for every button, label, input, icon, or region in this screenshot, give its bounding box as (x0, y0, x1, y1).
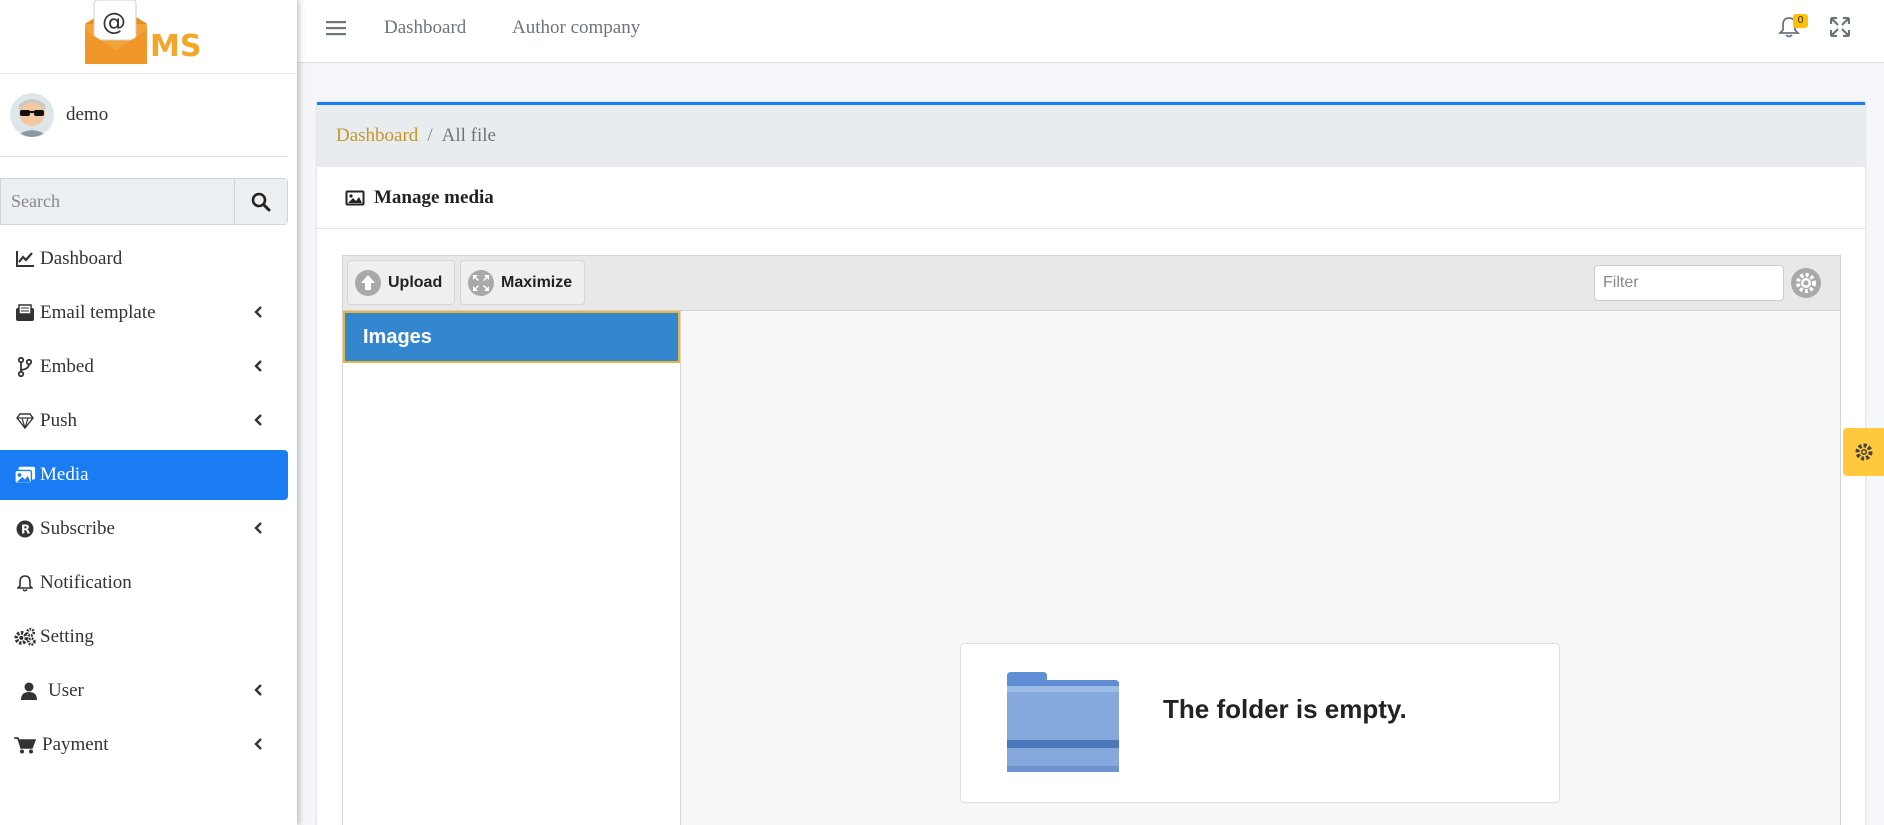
sidebar-item-label: User (48, 680, 84, 701)
sidebar-item-label: Payment (42, 734, 109, 755)
registered-icon: R (14, 519, 36, 539)
gear-icon[interactable] (1790, 267, 1822, 299)
sidebar-item-label: Dashboard (40, 248, 123, 269)
sidebar-nav: Dashboard Email template Embed Push Medi… (0, 234, 288, 774)
code-branch-icon (14, 357, 36, 377)
maximize-button[interactable]: Maximize (460, 260, 586, 305)
chevron-left-icon (254, 360, 262, 372)
filter-input[interactable] (1594, 265, 1784, 301)
sidebar-item-subscribe[interactable]: R Subscribe (0, 504, 288, 554)
chevron-left-icon (254, 414, 262, 426)
logo-at-symbol: @ (102, 8, 126, 36)
sidebar-item-email-template[interactable]: Email template (0, 288, 288, 338)
bell-icon (14, 573, 36, 593)
top-navbar: Dashboard Author company 0 (297, 0, 1884, 63)
settings-gear-icon (1855, 443, 1872, 461)
chevron-left-icon (254, 522, 262, 534)
settings-side-tab[interactable] (1843, 428, 1884, 476)
chart-line-icon (14, 249, 36, 269)
image-icon (344, 188, 366, 208)
upload-label: Upload (388, 273, 443, 291)
maximize-label: Maximize (501, 273, 573, 291)
envelope-open-icon (14, 303, 36, 323)
empty-folder-message: The folder is empty. (960, 643, 1560, 803)
breadcrumb-separator: / (427, 125, 433, 146)
upload-button[interactable]: Upload (347, 260, 456, 305)
file-manager-toolbar: Upload Maximize (343, 256, 1840, 311)
sidebar-search (0, 178, 288, 225)
sidebar: @ MS demo Dashboa (0, 0, 297, 825)
fullscreen-expand-icon[interactable] (1830, 17, 1850, 37)
user-panel[interactable]: demo (0, 74, 288, 157)
cogs-icon (14, 627, 36, 647)
chevron-left-icon (254, 738, 262, 750)
card-title: Manage media (374, 186, 494, 208)
card-header: Manage media (317, 167, 1865, 229)
notification-count-badge: 0 (1793, 14, 1808, 28)
logo-text: MS (150, 29, 201, 64)
sidebar-item-setting[interactable]: Setting (0, 612, 288, 662)
sidebar-item-embed[interactable]: Embed (0, 342, 288, 392)
breadcrumb-home-link[interactable]: Dashboard (336, 125, 418, 147)
brand: @ MS (0, 0, 297, 74)
sidebar-item-user[interactable]: User (0, 666, 288, 716)
gem-icon (14, 411, 36, 431)
sidebar-item-media[interactable]: Media (0, 450, 288, 500)
breadcrumb-current: All file (441, 125, 496, 146)
empty-folder-text: The folder is empty. (1163, 694, 1407, 724)
search-button[interactable] (234, 179, 287, 224)
maximize-icon (468, 269, 494, 296)
sidebar-item-label: Push (40, 410, 77, 431)
top-link-author-company[interactable]: Author company (512, 17, 640, 39)
search-input[interactable] (1, 179, 234, 224)
search-icon (251, 192, 271, 211)
user-name[interactable]: demo (66, 104, 108, 126)
hamburger-menu-icon[interactable] (326, 19, 346, 37)
shopping-cart-icon (14, 735, 36, 755)
sidebar-item-label: Subscribe (40, 518, 115, 539)
sidebar-item-label: Setting (40, 626, 94, 647)
sidebar-item-label: Notification (40, 572, 132, 593)
sidebar-item-push[interactable]: Push (0, 396, 288, 446)
sidebar-item-label: Media (40, 464, 89, 485)
sidebar-item-dashboard[interactable]: Dashboard (0, 234, 288, 284)
breadcrumb: Dashboard / All file (317, 105, 1865, 167)
svg-text:R: R (21, 523, 30, 537)
avatar[interactable] (10, 93, 54, 137)
folder-images[interactable]: Images (343, 311, 680, 363)
user-icon (18, 681, 40, 701)
logo[interactable]: @ MS (80, 0, 210, 66)
images-icon (14, 465, 36, 485)
sidebar-item-label: Embed (40, 356, 94, 377)
top-link-dashboard[interactable]: Dashboard (384, 17, 466, 39)
upload-icon (355, 269, 381, 296)
chevron-left-icon (254, 684, 262, 696)
chevron-left-icon (254, 306, 262, 318)
sidebar-item-payment[interactable]: Payment (0, 720, 288, 770)
folder-tree: Images (343, 311, 681, 825)
sidebar-item-label: Email template (40, 302, 156, 323)
media-card: Dashboard / All file Manage media Upload… (317, 102, 1865, 825)
file-manager: Upload Maximize Images (342, 255, 1841, 825)
sidebar-item-notification[interactable]: Notification (0, 558, 288, 608)
folder-icon (1007, 672, 1119, 772)
